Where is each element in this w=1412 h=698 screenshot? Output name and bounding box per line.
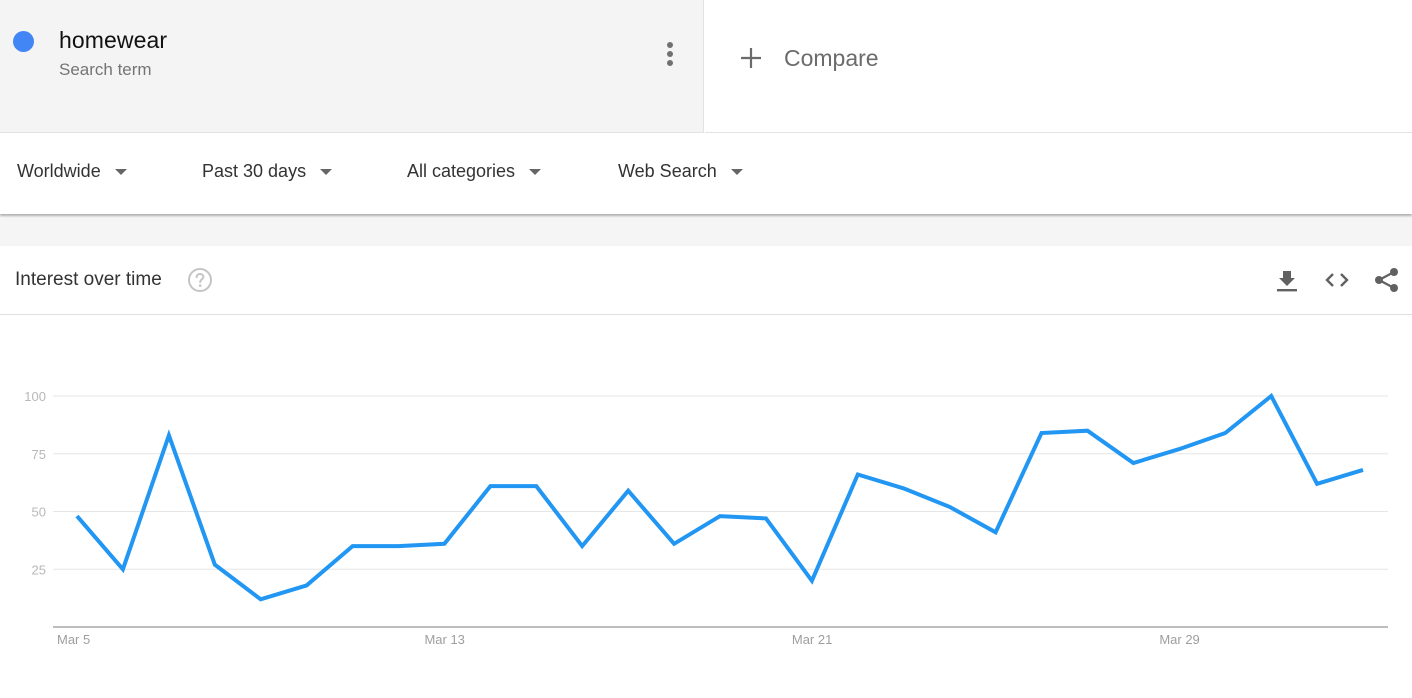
- caret-down-icon: [114, 168, 127, 175]
- interest-over-time-card: Interest over time 25 50 75 100 Mar 5 Ma…: [0, 246, 1412, 698]
- x-tick-label: Mar 5: [57, 632, 90, 647]
- y-tick-label: 75: [32, 447, 46, 462]
- filter-time-range[interactable]: Past 30 days: [202, 161, 333, 182]
- term-type-label: Search term: [59, 60, 152, 79]
- x-tick-labels: Mar 5 Mar 13 Mar 21 Mar 29: [57, 632, 1200, 647]
- filter-search-type-label: Web Search: [618, 161, 717, 181]
- compare-button[interactable]: Compare: [738, 40, 879, 76]
- filter-bar: Worldwide Past 30 days All categories We…: [0, 134, 1412, 214]
- section-gap: [0, 214, 1412, 246]
- filter-search-type[interactable]: Web Search: [618, 161, 743, 182]
- gridlines: [53, 395, 1388, 570]
- x-tick-label: Mar 29: [1159, 632, 1199, 647]
- filter-category-label: All categories: [407, 161, 516, 181]
- caret-down-icon: [730, 168, 743, 175]
- y-tick-label: 25: [32, 562, 46, 577]
- term-color-dot: [13, 31, 34, 52]
- filter-location[interactable]: Worldwide: [17, 161, 127, 182]
- x-tick-label: Mar 13: [424, 632, 464, 647]
- caret-down-icon: [320, 168, 333, 175]
- trends-explore-page: homewear Search term Compare Worldwide P…: [0, 0, 1412, 698]
- caret-down-icon: [529, 168, 542, 175]
- y-tick-labels: 25 50 75 100: [24, 389, 46, 577]
- filter-time-range-label: Past 30 days: [202, 161, 307, 181]
- y-tick-label: 100: [24, 389, 46, 404]
- interest-line-chart[interactable]: 25 50 75 100 Mar 5 Mar 13 Mar 21 Mar 29: [0, 246, 1412, 698]
- x-tick-label: Mar 21: [792, 632, 832, 647]
- term-name: homewear: [59, 27, 168, 53]
- more-vert-icon[interactable]: [660, 40, 680, 68]
- y-tick-label: 50: [32, 505, 46, 520]
- filter-category[interactable]: All categories: [407, 161, 542, 182]
- search-term-card[interactable]: homewear Search term: [0, 0, 704, 133]
- compare-area: Compare: [705, 0, 1412, 133]
- filter-location-label: Worldwide: [17, 161, 101, 181]
- plus-icon: [741, 48, 761, 68]
- series-layer: [75, 392, 1364, 602]
- compare-label: Compare: [784, 44, 879, 71]
